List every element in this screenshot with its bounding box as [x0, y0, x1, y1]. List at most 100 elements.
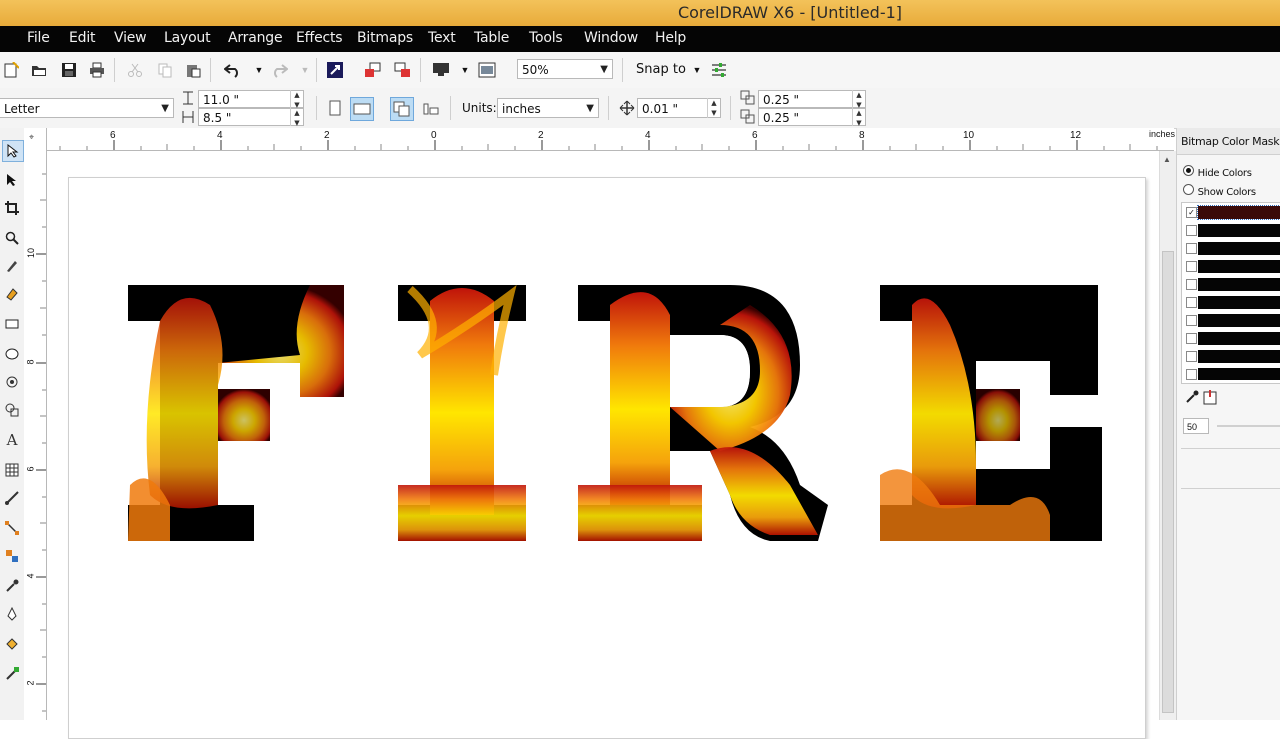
save-icon[interactable]: [58, 59, 80, 81]
menu-edit[interactable]: Edit: [69, 30, 96, 46]
checkbox-icon[interactable]: [1186, 261, 1197, 272]
checkbox-icon[interactable]: [1186, 225, 1197, 236]
tolerance-field[interactable]: 50: [1183, 418, 1209, 434]
edit-color-icon[interactable]: [1203, 389, 1217, 408]
checkbox-checked-icon[interactable]: ✓: [1186, 207, 1197, 218]
spinner-arrows-icon[interactable]: ▲ ▼: [707, 98, 720, 118]
polygon-tool-icon[interactable]: [2, 372, 22, 392]
interactive-blend-tool-icon[interactable]: [2, 546, 22, 566]
page-width-field[interactable]: 11.0 " ▲ ▼: [198, 90, 304, 109]
scroll-up-arrow-icon[interactable]: ▲: [1163, 155, 1171, 164]
redo-icon[interactable]: [268, 59, 290, 81]
menu-arrange[interactable]: Arrange: [228, 30, 283, 46]
checkbox-icon[interactable]: [1186, 315, 1197, 326]
duplicate-y-field[interactable]: 0.25 " ▲ ▼: [758, 108, 866, 127]
landscape-icon[interactable]: [350, 97, 374, 121]
portrait-icon[interactable]: [324, 97, 346, 119]
spinner-arrows-icon[interactable]: ▲ ▼: [852, 108, 865, 127]
menu-help[interactable]: Help: [655, 30, 686, 46]
copy-icon[interactable]: [154, 59, 176, 81]
checkbox-icon[interactable]: [1186, 333, 1197, 344]
pick-tool-icon[interactable]: [2, 140, 24, 162]
mask-color-row[interactable]: [1186, 223, 1280, 239]
menu-window[interactable]: Window: [584, 30, 638, 46]
print-icon[interactable]: [86, 59, 108, 81]
undo-icon[interactable]: [222, 59, 244, 81]
crop-tool-icon[interactable]: [2, 198, 22, 218]
vertical-ruler[interactable]: 10 8 6 4 2: [24, 150, 47, 720]
mask-color-row[interactable]: [1186, 349, 1280, 365]
menu-text[interactable]: Text: [428, 30, 456, 46]
all-pages-icon[interactable]: [390, 97, 414, 121]
units-select[interactable]: inches ▼: [497, 98, 599, 118]
fire-text-artwork[interactable]: [110, 265, 1120, 555]
ellipse-tool-icon[interactable]: [2, 344, 22, 364]
menu-bitmaps[interactable]: Bitmaps: [357, 30, 413, 46]
menu-table[interactable]: Table: [474, 30, 509, 46]
page-size-select[interactable]: Letter ▼: [0, 98, 174, 118]
mask-color-row[interactable]: [1186, 241, 1280, 257]
fill-tool-icon[interactable]: [2, 634, 22, 654]
basic-shapes-tool-icon[interactable]: [2, 400, 22, 420]
menu-layout[interactable]: Layout: [164, 30, 211, 46]
export-icon[interactable]: [392, 59, 414, 81]
show-colors-radio[interactable]: Show Colors: [1183, 183, 1256, 198]
zoom-tool-icon[interactable]: [2, 228, 22, 248]
menu-file[interactable]: File: [27, 30, 50, 46]
welcome-screen-icon[interactable]: [476, 59, 498, 81]
scrollbar-thumb[interactable]: [1162, 251, 1174, 713]
spinner-arrows-icon[interactable]: ▲ ▼: [852, 90, 865, 109]
ruler-origin-corner[interactable]: ⌖: [24, 128, 47, 151]
checkbox-icon[interactable]: [1186, 297, 1197, 308]
zoom-level-select[interactable]: 50% ▼: [517, 59, 613, 79]
search-content-icon[interactable]: [324, 59, 346, 81]
cut-icon[interactable]: [124, 59, 146, 81]
freehand-tool-icon[interactable]: [2, 256, 22, 276]
outline-pen-tool-icon[interactable]: [2, 604, 22, 624]
paste-icon[interactable]: [182, 59, 204, 81]
menu-tools[interactable]: Tools: [529, 30, 563, 46]
import-icon[interactable]: [362, 59, 384, 81]
current-page-icon[interactable]: [420, 97, 442, 119]
redo-dropdown-icon[interactable]: ▼: [294, 59, 316, 81]
checkbox-icon[interactable]: [1186, 369, 1197, 380]
table-tool-icon[interactable]: [2, 460, 22, 480]
mask-color-row[interactable]: [1186, 313, 1280, 329]
shape-tool-icon[interactable]: [2, 170, 22, 190]
spinner-arrows-icon[interactable]: ▲ ▼: [290, 90, 303, 109]
interactive-fill-tool-icon[interactable]: [2, 664, 22, 684]
mask-color-row[interactable]: ✓: [1186, 205, 1280, 221]
snap-to-button[interactable]: Snap to: [636, 62, 686, 77]
menu-effects[interactable]: Effects: [296, 30, 343, 46]
undo-dropdown-icon[interactable]: ▼: [248, 59, 270, 81]
open-icon[interactable]: [28, 59, 50, 81]
checkbox-icon[interactable]: [1186, 279, 1197, 290]
mask-color-row[interactable]: [1186, 331, 1280, 347]
mask-color-row[interactable]: [1186, 295, 1280, 311]
smart-fill-tool-icon[interactable]: [2, 284, 22, 304]
tolerance-slider[interactable]: [1217, 425, 1280, 427]
connector-tool-icon[interactable]: [2, 518, 22, 538]
checkbox-icon[interactable]: [1186, 351, 1197, 362]
eyedropper-tool-icon[interactable]: [2, 576, 22, 596]
text-tool-icon[interactable]: A: [2, 430, 22, 450]
mask-color-row[interactable]: [1186, 259, 1280, 275]
options-icon[interactable]: [708, 59, 730, 81]
page-height-field[interactable]: 8.5 " ▲ ▼: [198, 108, 304, 127]
snap-dropdown-icon[interactable]: ▼: [686, 59, 708, 81]
nudge-distance-field[interactable]: 0.01 " ▲ ▼: [637, 98, 721, 118]
application-launcher-icon[interactable]: [430, 59, 452, 81]
hide-colors-radio[interactable]: Hide Colors: [1183, 164, 1252, 179]
launcher-dropdown-icon[interactable]: ▼: [454, 59, 476, 81]
rectangle-tool-icon[interactable]: [2, 314, 22, 334]
mask-color-row[interactable]: [1186, 277, 1280, 293]
color-selector-eyedropper-icon[interactable]: [1185, 390, 1199, 407]
horizontal-ruler[interactable]: 6 4 2 0 2 4 6 8 10 12 inches: [46, 128, 1175, 151]
duplicate-x-field[interactable]: 0.25 " ▲ ▼: [758, 90, 866, 109]
new-document-icon[interactable]: [0, 59, 22, 81]
vertical-scrollbar[interactable]: ▲: [1159, 151, 1176, 720]
dimension-tool-icon[interactable]: [2, 488, 22, 508]
checkbox-icon[interactable]: [1186, 243, 1197, 254]
spinner-arrows-icon[interactable]: ▲ ▼: [290, 108, 303, 127]
mask-color-row[interactable]: [1186, 367, 1280, 381]
